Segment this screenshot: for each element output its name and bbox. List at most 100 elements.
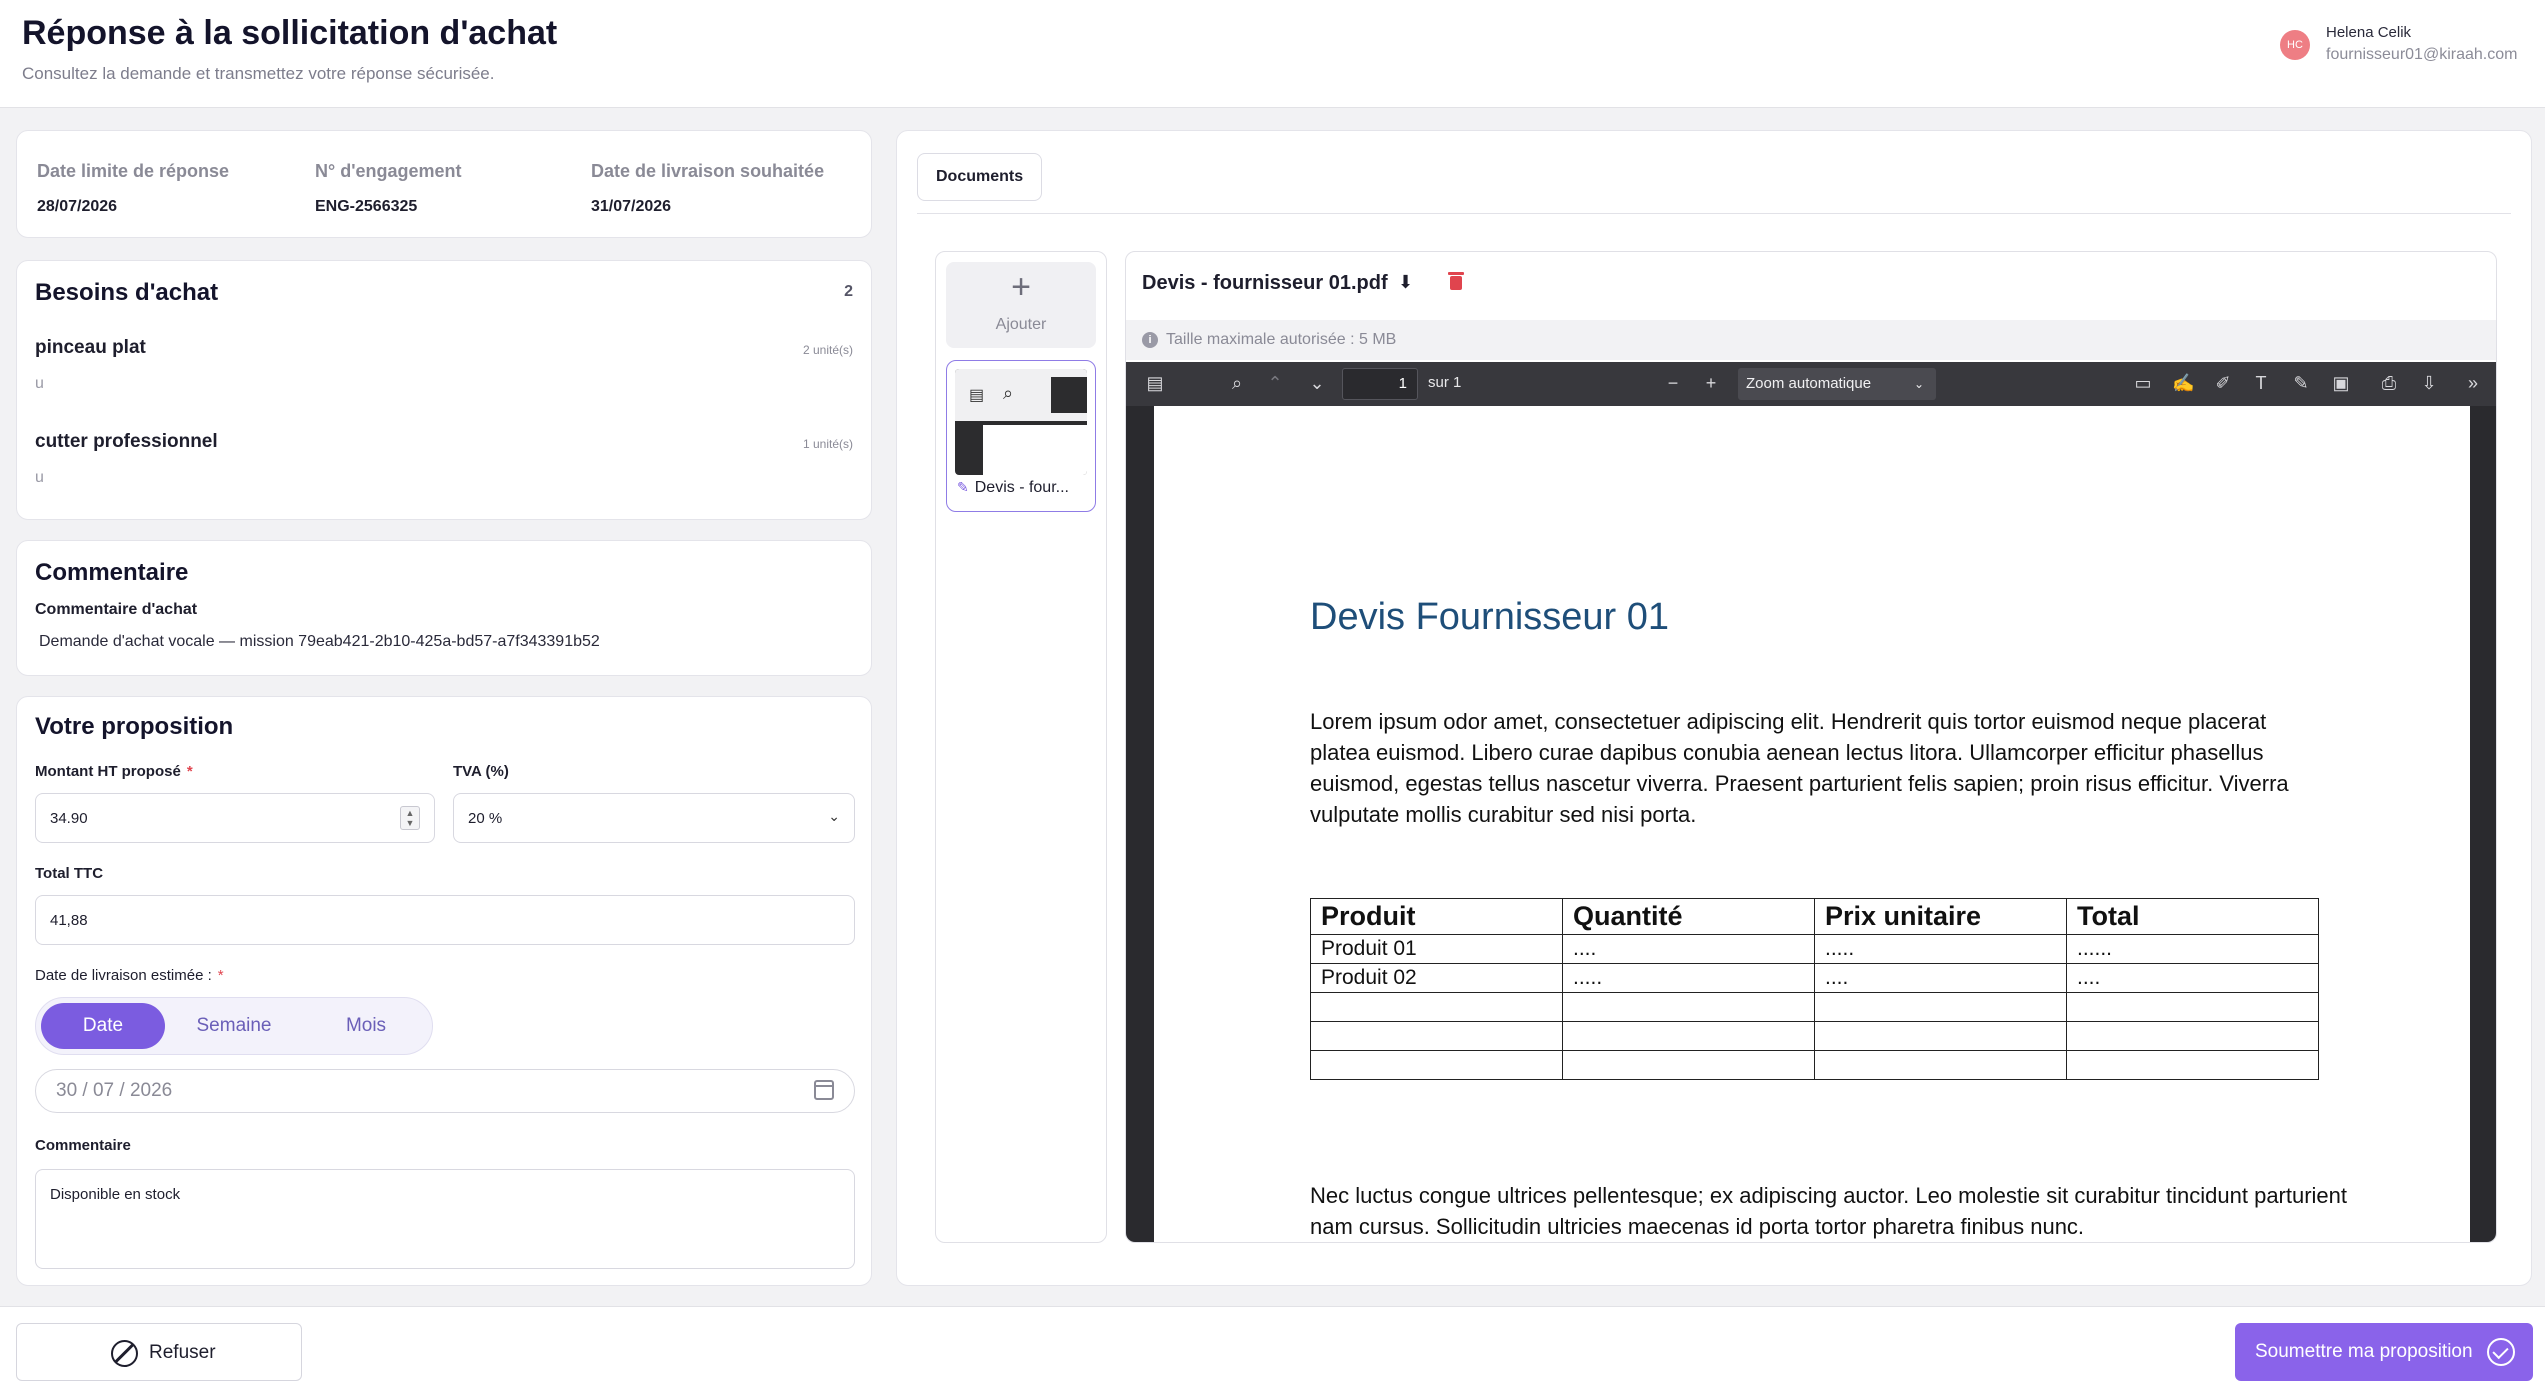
- need-name: pinceau plat: [35, 337, 146, 358]
- submit-proposal-button[interactable]: Soumettre ma proposition: [2235, 1323, 2533, 1381]
- user-email: fournisseur01@kiraah.com: [2326, 46, 2518, 63]
- file-name: Devis - fournisseur 01.pdf: [1142, 272, 1388, 294]
- calendar-icon[interactable]: [814, 1080, 834, 1100]
- amount-label: Montant HT proposé *: [35, 763, 193, 780]
- needs-title: Besoins d'achat: [35, 279, 219, 306]
- table-cell: [1814, 1050, 2067, 1080]
- draw-icon[interactable]: ✎: [2290, 372, 2312, 394]
- page-number-input[interactable]: 1: [1342, 368, 1418, 400]
- table-row: [1310, 992, 2319, 1022]
- need-quantity: 2 unité(s): [802, 343, 853, 357]
- table-cell: ....: [1814, 963, 2067, 993]
- table-cell: [1562, 992, 1815, 1022]
- image-icon[interactable]: ▣: [2330, 372, 2352, 394]
- pdf-table-header: Produit Quantité Prix unitaire Total: [1310, 898, 2319, 935]
- table-row: Produit 02 ..... .... ....: [1310, 963, 2319, 993]
- table-cell: ....: [1562, 934, 1815, 964]
- text-icon[interactable]: T: [2250, 372, 2272, 394]
- pdf-table-header-cell: Quantité: [1562, 898, 1815, 935]
- table-cell: .....: [1562, 963, 1815, 993]
- engagement-value: ENG-2566325: [315, 198, 418, 215]
- zoom-in-icon[interactable]: +: [1700, 372, 1722, 394]
- sidebar-toggle-icon: ▤: [969, 387, 985, 404]
- thumbnail-label: ✎ Devis - four...: [957, 479, 1069, 497]
- chevron-down-icon: ⌄: [828, 808, 840, 824]
- add-document-button[interactable]: + Ajouter: [946, 262, 1096, 348]
- table-cell: ......: [2066, 934, 2319, 964]
- double-chevron-right-icon[interactable]: »: [2462, 372, 2484, 394]
- number-stepper[interactable]: ▲ ▼: [400, 806, 420, 830]
- amount-value: 34.90: [50, 809, 88, 827]
- engagement-label: N° d'engagement: [315, 161, 462, 181]
- table-cell: Produit 02: [1310, 963, 1563, 993]
- proposal-comment-textarea[interactable]: Disponible en stock: [35, 1169, 855, 1269]
- highlight-icon[interactable]: ✐: [2212, 372, 2234, 394]
- sidebar-toggle-icon[interactable]: ▤: [1144, 372, 1166, 394]
- table-cell: [1814, 992, 2067, 1022]
- delivery-date-input[interactable]: 30 / 07 / 2026: [35, 1069, 855, 1113]
- trash-icon[interactable]: [1448, 272, 1464, 290]
- segment-month[interactable]: Mois: [304, 1003, 428, 1049]
- list-item: pinceau plat 2 unité(s) u: [35, 337, 853, 417]
- user-name: Helena Celik: [2326, 24, 2412, 41]
- signature-icon[interactable]: ✍: [2172, 372, 2194, 394]
- zoom-select[interactable]: Zoom automatique ⌄: [1738, 368, 1936, 400]
- list-item: cutter professionnel 1 unité(s) u: [35, 431, 853, 511]
- comment-icon[interactable]: ▭: [2132, 372, 2154, 394]
- need-quantity: 1 unité(s): [802, 437, 853, 451]
- comment-title: Commentaire: [35, 559, 189, 586]
- delivery-estimate-label-text: Date de livraison estimée :: [35, 967, 212, 984]
- table-cell: [1562, 1050, 1815, 1080]
- zoom-value: Zoom automatique: [1746, 375, 1872, 392]
- deadline-value: 28/07/2026: [37, 198, 118, 215]
- search-icon[interactable]: ⌕: [1226, 372, 1248, 394]
- amount-input[interactable]: 34.90 ▲ ▼: [35, 793, 435, 843]
- prohibited-icon: [111, 1340, 138, 1367]
- total-label: Total TTC: [35, 865, 104, 882]
- table-row: [1310, 1050, 2319, 1080]
- zoom-out-icon[interactable]: −: [1662, 372, 1684, 394]
- total-ttc-field[interactable]: 41,88: [35, 895, 855, 945]
- chevron-down-icon[interactable]: ⌄: [1306, 372, 1328, 394]
- stepper-down-icon[interactable]: ▼: [406, 818, 415, 828]
- deadline-block: Date limite de réponse 28/07/2026: [37, 161, 229, 216]
- pdf-canvas-area[interactable]: Devis Fournisseur 01 Lorem ipsum odor am…: [1126, 406, 2496, 1242]
- pdf-title: Devis Fournisseur 01: [1310, 596, 1670, 638]
- delivery-date-label: Date de livraison souhaitée: [591, 161, 825, 181]
- save-icon[interactable]: ⇩: [2418, 372, 2440, 394]
- document-thumbnail[interactable]: ▤ ⌕ ✎ Devis - four...: [946, 360, 1096, 512]
- stepper-up-icon[interactable]: ▲: [406, 808, 415, 818]
- delivery-mode-toggle: Date Semaine Mois: [35, 997, 433, 1055]
- table-cell: [2066, 992, 2319, 1022]
- action-footer: Refuser Soumettre ma proposition: [0, 1306, 2545, 1390]
- required-mark: *: [217, 967, 224, 984]
- amount-label-text: Montant HT proposé: [35, 763, 181, 780]
- purchase-comment-label: Commentaire d'achat: [35, 601, 198, 618]
- tva-select[interactable]: 20 % ⌄: [453, 793, 855, 843]
- table-cell: ....: [2066, 963, 2319, 993]
- check-circle-icon: [2487, 1338, 2515, 1366]
- tab-documents[interactable]: Documents: [917, 153, 1043, 201]
- avatar: HC: [2280, 30, 2310, 60]
- purchase-needs-card: Besoins d'achat 2 pinceau plat 2 unité(s…: [16, 260, 872, 520]
- print-icon[interactable]: ⎙: [2378, 372, 2400, 394]
- refuse-button[interactable]: Refuser: [16, 1323, 302, 1381]
- table-cell: [2066, 1021, 2319, 1051]
- segment-date[interactable]: Date: [41, 1003, 165, 1049]
- pdf-table-header-cell: Total: [2066, 898, 2319, 935]
- deadline-label: Date limite de réponse: [37, 161, 230, 181]
- chevron-up-icon[interactable]: ⌃: [1264, 372, 1286, 394]
- needs-count: 2: [844, 283, 853, 300]
- pdf-paragraph: Lorem ipsum odor amet, consectetuer adip…: [1310, 709, 2289, 827]
- delivery-date-text: 30 / 07 / 2026: [56, 1080, 173, 1101]
- download-icon[interactable]: ⬇: [1398, 272, 1413, 293]
- segment-week[interactable]: Semaine: [168, 1003, 300, 1049]
- tva-value: 20 %: [468, 809, 503, 827]
- proposal-card: Votre proposition Montant HT proposé * 34…: [16, 696, 872, 1286]
- table-cell: Produit 01: [1310, 934, 1563, 964]
- pdf-table-header-cell: Produit: [1310, 898, 1563, 935]
- table-cell: [1562, 1021, 1815, 1051]
- delivery-date-value: 31/07/2026: [591, 198, 672, 215]
- table-cell: .....: [1814, 934, 2067, 964]
- need-unit: u: [35, 469, 44, 486]
